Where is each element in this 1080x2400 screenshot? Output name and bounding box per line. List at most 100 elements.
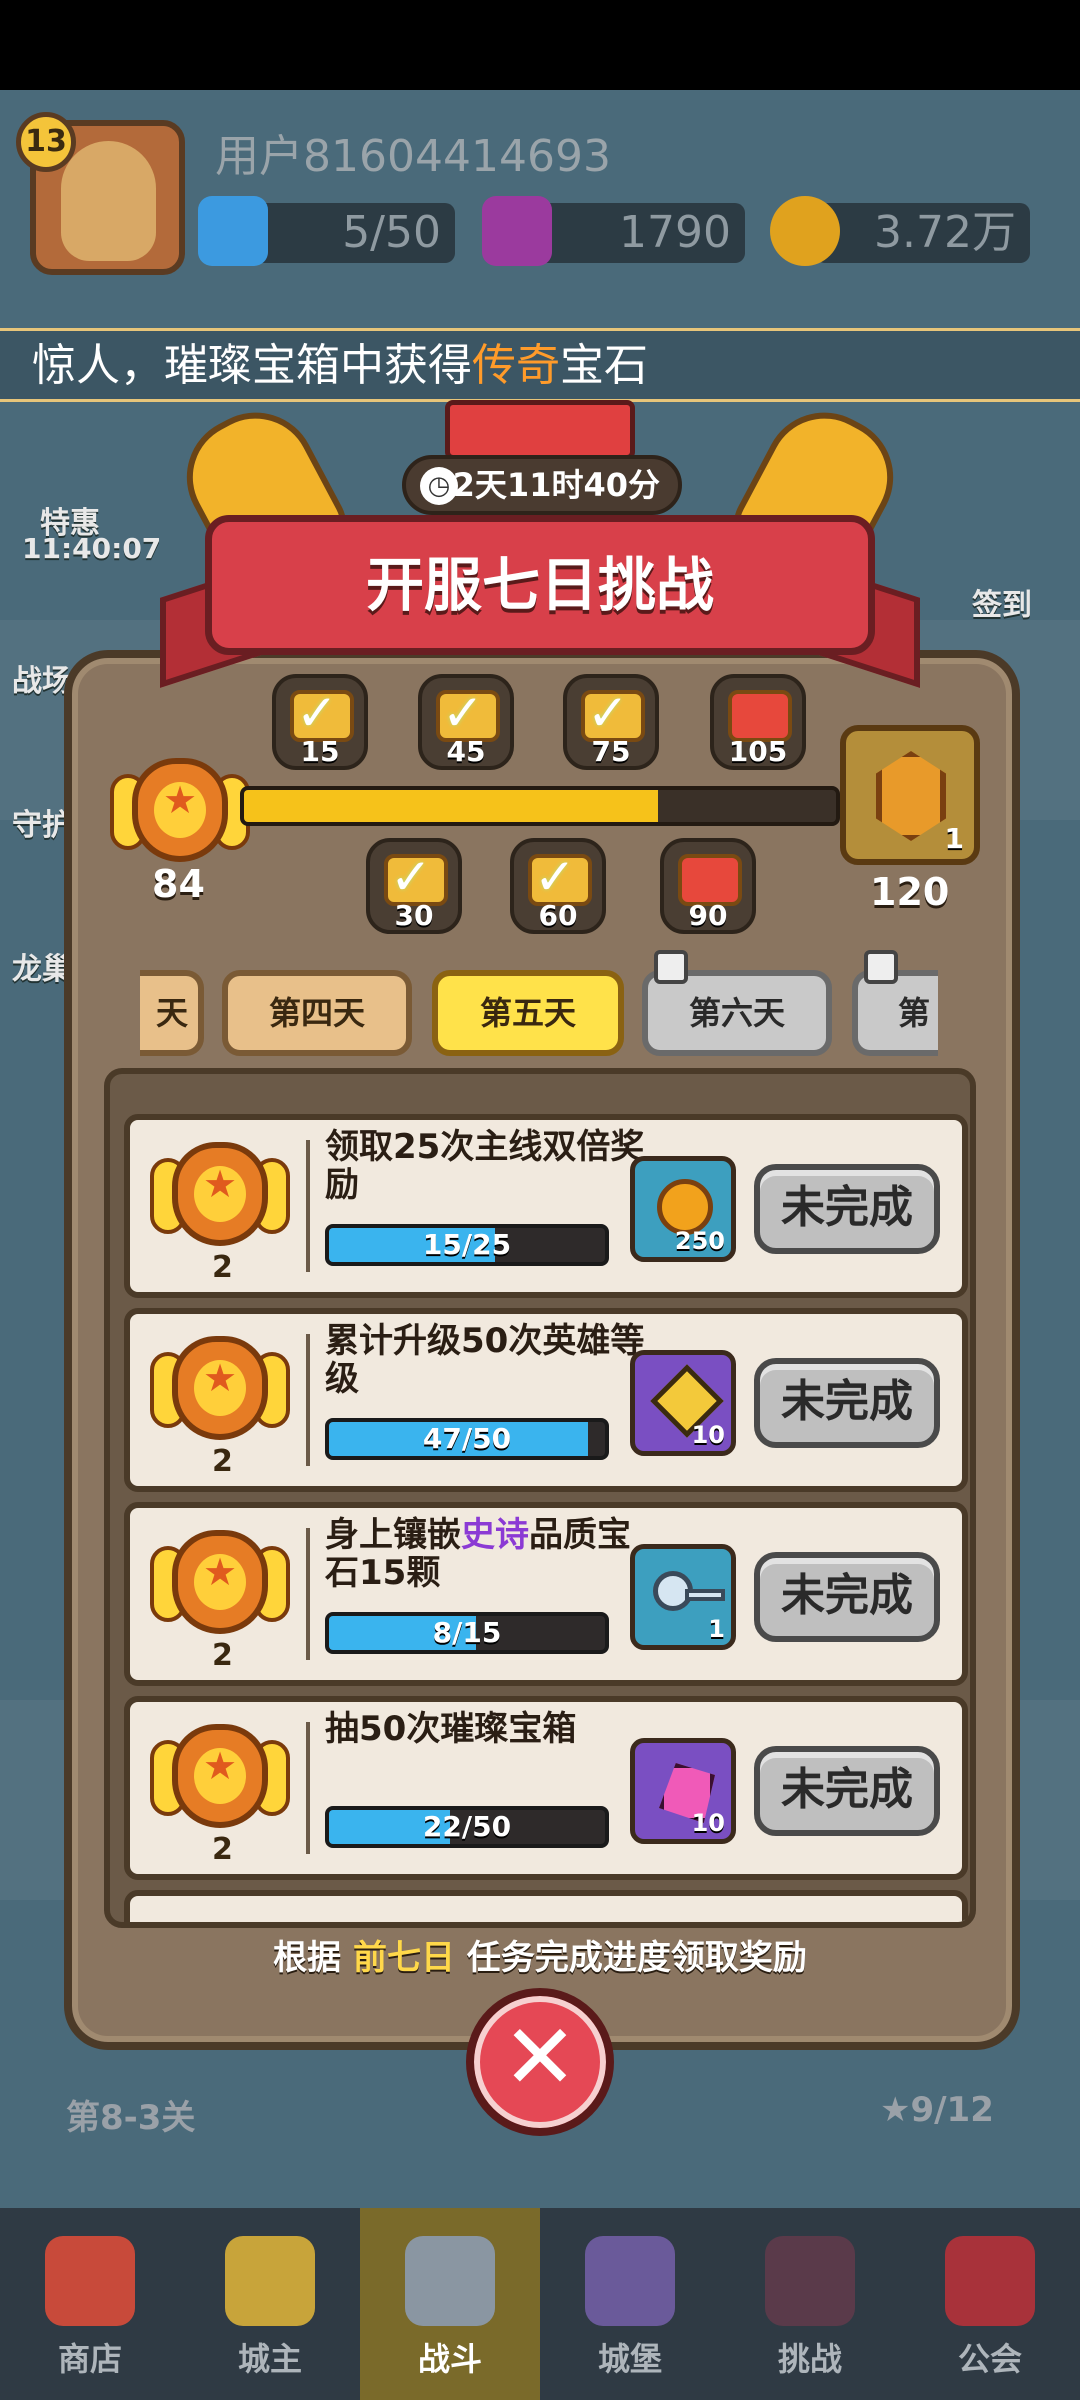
task-points: 2 [212, 1444, 233, 1479]
gem-counter: 1790 [530, 203, 745, 263]
close-icon[interactable]: ✕ [466, 1988, 614, 2136]
incomplete-button[interactable]: 未完成 [754, 1358, 940, 1448]
star-icon: ★ [202, 1162, 238, 1206]
side-guard-label[interactable]: 守护 [12, 800, 72, 844]
side-dragon-label[interactable]: 龙巢 [12, 944, 72, 988]
task-points-medal-icon: ★ [150, 1724, 290, 1844]
milestone-points: 105 [728, 735, 788, 768]
task-points-medal-icon: ★ [150, 1142, 290, 1262]
task-progress-bar: 15/25 [325, 1224, 609, 1266]
task-card: ★ 2 累计升级50次英雄等级 47/50 10 未完成 [124, 1308, 968, 1492]
footer-highlight: 前七日 [353, 1938, 455, 1978]
stars-text: 9/12 [910, 2090, 994, 2130]
timer-text: 2天11时40分 [452, 466, 660, 504]
tab-day-7[interactable]: 第七 [852, 950, 938, 1106]
star-icon: ★ [202, 1356, 238, 1400]
event-timer: ◷ 2天11时40分 [402, 455, 682, 515]
nav-shop[interactable]: 商店 [0, 2208, 180, 2400]
task-points-medal-icon: ★ [150, 1336, 290, 1456]
stars-counter: ★9/12 [880, 2090, 994, 2130]
gold-coin-reward-icon[interactable]: 250 [630, 1156, 736, 1262]
nav-label: 挑战 [777, 2340, 842, 2378]
check-icon: ✓ [442, 684, 484, 742]
nav-label: 商店 [57, 2340, 122, 2378]
task-card: ★ 2 抽50次璀璨宝箱 22/50 10 未完成 [124, 1696, 968, 1880]
incomplete-button[interactable]: 未完成 [754, 1164, 940, 1254]
mystery-puzzle-reward-icon[interactable]: 10 [630, 1350, 736, 1456]
key-blade-shape [685, 1589, 725, 1601]
nav-castle[interactable]: 城堡 [540, 2208, 720, 2400]
milestone-chest-15[interactable]: ✓ 15 [272, 674, 368, 770]
max-points: 120 [870, 870, 950, 914]
energy-bolt-icon[interactable] [198, 196, 268, 266]
nav-lord[interactable]: 城主 [180, 2208, 360, 2400]
nav-guild[interactable]: 公会 [900, 2208, 1080, 2400]
milestone-chest-75[interactable]: ✓ 75 [563, 674, 659, 770]
milestone-points: 15 [300, 735, 340, 768]
milestone-points: 75 [591, 735, 631, 768]
milestone-chest-30[interactable]: ✓ 30 [366, 838, 462, 934]
milestone-chest-45[interactable]: ✓ 45 [418, 674, 514, 770]
divider [306, 1528, 310, 1660]
devil-icon [765, 2236, 855, 2326]
announcement-marquee: 惊人，璀璨宝箱中获得传奇宝石 [0, 328, 1080, 402]
tab-day-4[interactable]: 第四天 [222, 970, 412, 1056]
reward-count: 10 [691, 1421, 725, 1449]
footer-post: 任务完成进度领取奖励 [466, 1938, 807, 1978]
task-progress-bar: 47/50 [325, 1418, 609, 1460]
username: 用户81604414693 [215, 131, 611, 182]
milestone-points: 45 [446, 735, 486, 768]
side-signin-label[interactable]: 签到 [972, 580, 1032, 624]
title-pre: 身上镶嵌 [325, 1515, 461, 1555]
star-icon: ★ [880, 2090, 911, 2130]
nav-challenge[interactable]: 挑战 [720, 2208, 900, 2400]
shop-icon [45, 2236, 135, 2326]
milestone-chest-60[interactable]: ✓ 60 [510, 838, 606, 934]
pink-gem-reward-icon[interactable]: 10 [630, 1738, 736, 1844]
incomplete-button[interactable]: 未完成 [754, 1746, 940, 1836]
tab-day-3[interactable]: 天 [140, 970, 204, 1056]
gold-counter: 3.72万 [815, 203, 1030, 263]
level-badge: 13 [16, 112, 76, 172]
task-points: 2 [212, 1250, 233, 1285]
amber-gem-icon [876, 751, 946, 841]
check-icon: ✓ [587, 684, 629, 742]
check-icon: ✓ [390, 848, 432, 906]
task-list[interactable]: ★ 2 领取25次主线双倍奖励 15/25 250 未完成 ★ 2 累计升级50… [104, 1068, 976, 1928]
gem-add-icon[interactable] [482, 196, 552, 266]
stage-label: 第8-3关 [66, 2098, 196, 2138]
crown-icon [225, 2236, 315, 2326]
lock-icon [654, 950, 688, 984]
tab-day-5[interactable]: 第五天 [432, 970, 624, 1056]
swords-icon [405, 2236, 495, 2326]
nav-battle[interactable]: 战斗 [360, 2208, 540, 2400]
task-points: 2 [212, 1638, 233, 1673]
key-reward-icon[interactable]: 1 [630, 1544, 736, 1650]
energy-counter: 5/50 [250, 203, 455, 263]
divider [306, 1140, 310, 1272]
reward-count: 250 [674, 1227, 725, 1255]
task-progress-bar: 22/50 [325, 1806, 609, 1848]
points-progress-fill [244, 790, 659, 822]
footer-note: 根据 前七日 任务完成进度领取奖励 [0, 1930, 1080, 1979]
game-screen: 13 用户81604414693 5/50 1790 3.72万 惊人，璀璨宝箱… [0, 0, 1080, 2400]
nav-label: 公会 [957, 2340, 1022, 2378]
incomplete-button[interactable]: 未完成 [754, 1552, 940, 1642]
marquee-highlight: 传奇 [472, 340, 560, 391]
final-reward-count: 1 [944, 822, 964, 855]
side-promo-timer: 11:40:07 [22, 532, 162, 565]
milestone-points: 90 [688, 899, 728, 932]
task-title: 身上镶嵌史诗品质宝石15颗 [325, 1516, 645, 1592]
milestone-points: 30 [394, 899, 434, 932]
gold-add-icon[interactable] [770, 196, 840, 266]
final-reward-chest[interactable]: 1 [840, 725, 980, 865]
task-progress-text: 15/25 [422, 1228, 512, 1261]
task-progress-bar: 8/15 [325, 1612, 609, 1654]
nav-label: 城堡 [597, 2340, 662, 2378]
guild-icon [945, 2236, 1035, 2326]
milestone-chest-90[interactable]: 90 [660, 838, 756, 934]
marquee-suffix: 宝石 [560, 340, 648, 391]
milestone-chest-105[interactable]: 105 [710, 674, 806, 770]
tab-day-6[interactable]: 第六天 [642, 950, 832, 1056]
bottom-nav: 商店 城主 战斗 城堡 挑战 公会 [0, 2208, 1080, 2400]
